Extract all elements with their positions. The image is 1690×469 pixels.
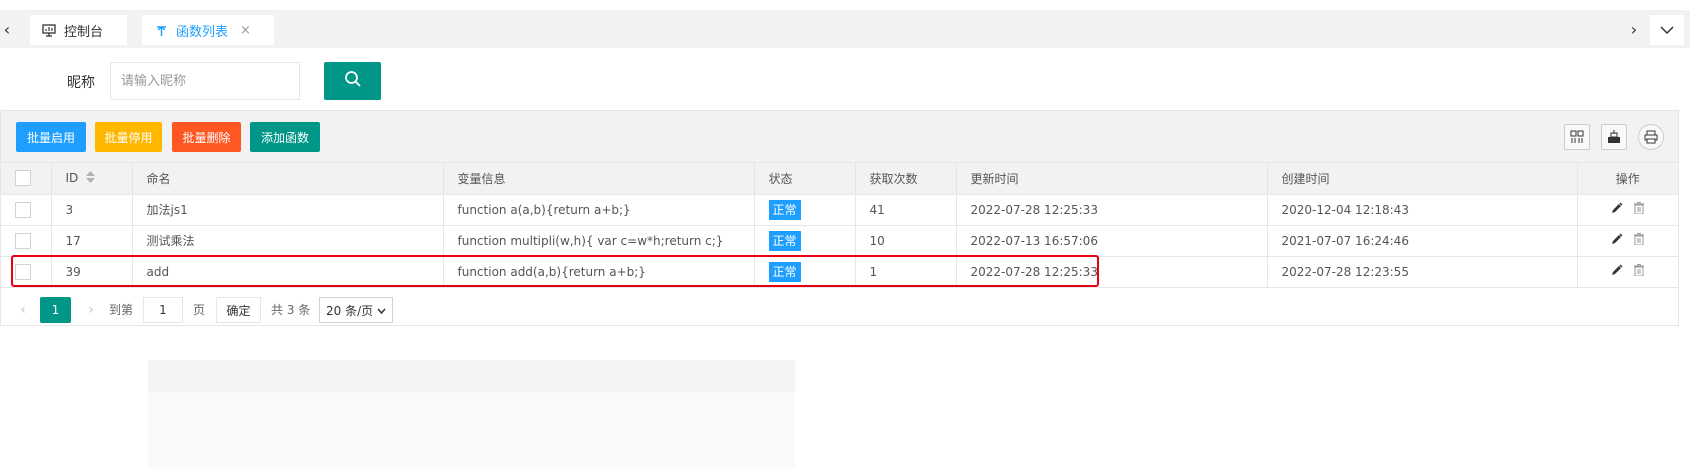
next-page-icon[interactable]: ›	[83, 300, 99, 320]
cell-name: 加法js1	[132, 194, 444, 226]
background-dialog-header	[148, 360, 795, 392]
background-dialog	[148, 360, 795, 469]
table-row: 17 测试乘法 function multipli(w,h){ var c=w*…	[1, 225, 1678, 257]
add-function-button[interactable]: 添加函数	[250, 122, 320, 152]
row-checkbox[interactable]	[15, 263, 31, 280]
cell-id: 17	[51, 225, 133, 257]
cell-name: 测试乘法	[132, 225, 444, 257]
status-badge: 正常	[768, 261, 801, 282]
tab-console[interactable]: 控制台	[30, 15, 127, 45]
export-icon[interactable]	[1601, 124, 1627, 150]
cell-vars: function multipli(w,h){ var c=w*h;return…	[443, 225, 755, 257]
page-size-select[interactable]: 20 条/页	[319, 297, 393, 323]
status-badge: 正常	[768, 230, 801, 251]
table-toolbar: 批量启用 批量停用 批量删除 添加函数	[1, 111, 1678, 163]
chevron-down-icon[interactable]	[1650, 15, 1684, 45]
cell-updated: 2022-07-13 16:57:06	[956, 225, 1268, 257]
search-button[interactable]	[324, 62, 381, 100]
prev-page-icon[interactable]: ‹	[15, 300, 31, 320]
print-icon[interactable]	[1638, 124, 1664, 150]
columns-filter-icon[interactable]	[1564, 124, 1590, 150]
select-all-checkbox[interactable]	[15, 170, 31, 187]
status-badge: 正常	[768, 199, 801, 220]
table-row: 39 add function add(a,b){return a+b;} 正常…	[1, 256, 1678, 288]
cell-name: add	[132, 256, 444, 288]
cell-ops	[1577, 225, 1678, 257]
cell-vars: function add(a,b){return a+b;}	[443, 256, 755, 288]
edit-icon[interactable]	[1611, 202, 1623, 217]
tab-console-label: 控制台	[64, 24, 104, 40]
batch-enable-button[interactable]: 批量启用	[16, 122, 86, 152]
cell-id: 39	[51, 256, 133, 288]
row-checkbox[interactable]	[15, 201, 31, 218]
tab-functions[interactable]: 函数列表 ×	[142, 15, 274, 45]
table-row: 3 加法js1 function a(a,b){return a+b;} 正常 …	[1, 194, 1678, 226]
page-size-value: 20 条/页	[326, 303, 374, 318]
monitor-icon	[42, 23, 56, 37]
cell-updated: 2022-07-28 12:25:33	[956, 256, 1268, 288]
cell-count: 1	[855, 256, 957, 288]
cell-count: 10	[855, 225, 957, 257]
function-table: ID 命名 变量信息 状态 获取次数 更新时间 创建时间 操作 3 加法js1 …	[1, 163, 1678, 288]
column-created: 创建时间	[1267, 163, 1578, 195]
batch-delete-button[interactable]: 批量删除	[172, 122, 241, 152]
goto-confirm-button[interactable]: 确定	[216, 297, 261, 323]
trash-icon[interactable]	[1633, 233, 1645, 248]
trash-icon[interactable]	[1633, 264, 1645, 279]
column-updated: 更新时间	[956, 163, 1268, 195]
row-checkbox[interactable]	[15, 232, 31, 249]
column-vars: 变量信息	[443, 163, 755, 195]
cell-created: 2020-12-04 12:18:43	[1267, 194, 1578, 226]
cell-created: 2021-07-07 16:24:46	[1267, 225, 1578, 257]
function-icon	[154, 23, 168, 37]
current-page-button[interactable]: 1	[40, 297, 71, 323]
goto-page-input[interactable]	[143, 297, 183, 323]
sort-icon[interactable]	[86, 170, 96, 186]
edit-icon[interactable]	[1611, 264, 1623, 279]
batch-disable-button[interactable]: 批量停用	[95, 122, 162, 152]
column-count: 获取次数	[855, 163, 957, 195]
table-header-row: ID 命名 变量信息 状态 获取次数 更新时间 创建时间 操作	[1, 163, 1678, 195]
close-icon[interactable]: ×	[240, 23, 251, 38]
chevron-down-icon	[377, 303, 386, 317]
pagination: ‹ 1 › 到第 页 确定 共 3 条 20 条/页	[1, 293, 1678, 327]
goto-label: 到第	[109, 303, 134, 317]
cell-vars: function a(a,b){return a+b;}	[443, 194, 755, 226]
cell-updated: 2022-07-28 12:25:33	[956, 194, 1268, 226]
cell-count: 41	[855, 194, 957, 226]
search-icon	[344, 70, 362, 92]
cell-id: 3	[51, 194, 133, 226]
column-status: 状态	[754, 163, 856, 195]
function-table-panel: 批量启用 批量停用 批量删除 添加函数 ID 命名 变量信息 状态 获取次数 更…	[0, 110, 1679, 326]
cell-ops	[1577, 256, 1678, 288]
cell-created: 2022-07-28 12:23:55	[1267, 256, 1578, 288]
tab-scroll-right-icon[interactable]: ›	[1624, 10, 1644, 48]
column-id[interactable]: ID	[51, 163, 133, 195]
column-name: 命名	[132, 163, 444, 195]
search-label: 昵称	[67, 75, 95, 91]
search-input[interactable]	[110, 62, 300, 100]
tab-scroll-left-icon[interactable]: ‹	[0, 10, 14, 48]
select-all-cell	[1, 163, 52, 195]
trash-icon[interactable]	[1633, 202, 1645, 217]
total-count: 共 3 条	[271, 303, 311, 317]
edit-icon[interactable]	[1611, 233, 1623, 248]
column-ops: 操作	[1577, 163, 1678, 195]
tab-functions-label: 函数列表	[176, 24, 229, 40]
tab-bar: ‹ 控制台 函数列表 × ›	[0, 10, 1690, 48]
page-unit-label: 页	[193, 303, 206, 317]
cell-ops	[1577, 194, 1678, 226]
